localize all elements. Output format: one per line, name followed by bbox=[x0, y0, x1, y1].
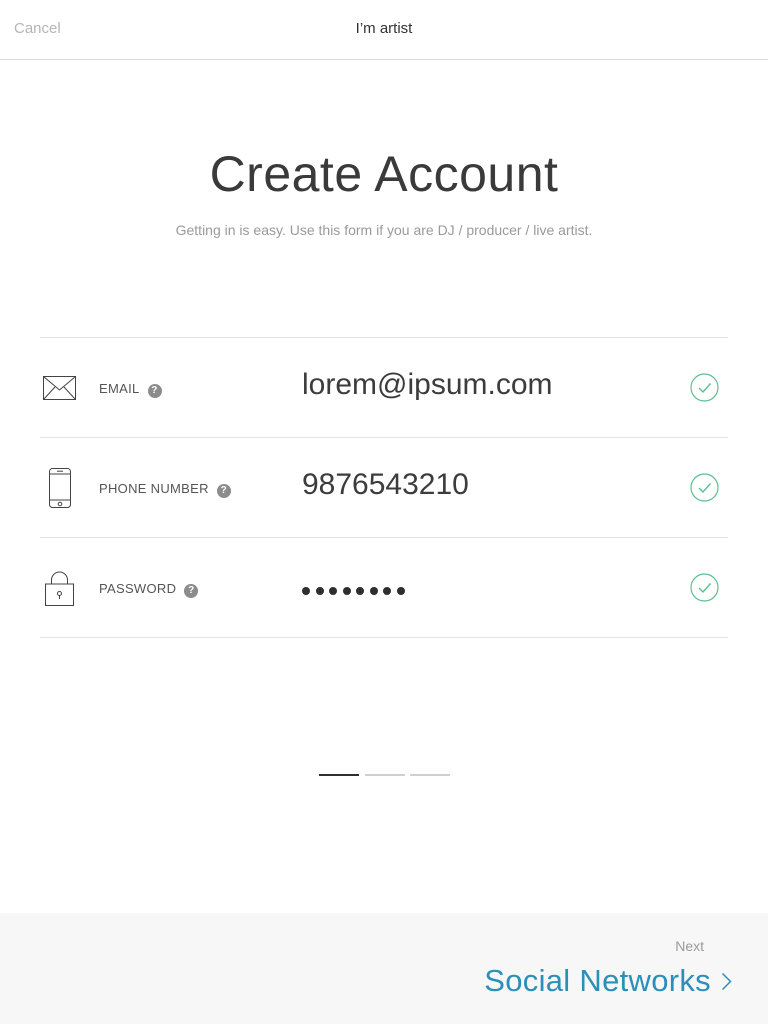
phone-help-icon[interactable]: ? bbox=[216, 484, 231, 498]
email-valid-check-icon bbox=[690, 373, 719, 402]
password-row: PASSWORD? bbox=[40, 538, 728, 638]
page-indicator-step-1[interactable] bbox=[319, 774, 359, 776]
phone-valid-check-icon bbox=[690, 473, 719, 502]
nav-title: I’m artist bbox=[355, 20, 413, 37]
page-subtitle: Getting in is easy. Use this form if you… bbox=[175, 222, 593, 238]
password-mask-dot bbox=[329, 587, 337, 595]
next-label: Next bbox=[675, 938, 704, 954]
email-help-icon[interactable]: ? bbox=[147, 384, 162, 398]
password-mask-dot bbox=[315, 587, 324, 595]
password-mask-dot bbox=[342, 587, 351, 595]
password-mask-dot bbox=[383, 587, 391, 595]
phone-row: PHONE NUMBER? bbox=[40, 438, 728, 538]
page-indicator bbox=[319, 774, 450, 777]
phone-field[interactable] bbox=[302, 468, 662, 502]
next-social-networks-button[interactable]: Social Networks bbox=[484, 963, 732, 1003]
password-help-icon[interactable]: ? bbox=[184, 584, 199, 598]
footer-bar: Next Social Networks bbox=[0, 913, 768, 1024]
password-label: PASSWORD? bbox=[99, 581, 199, 598]
password-valid-check-icon bbox=[690, 573, 719, 602]
password-mask-dot bbox=[369, 587, 378, 595]
page-title: Create Account bbox=[209, 146, 559, 202]
lock-icon bbox=[40, 538, 80, 637]
chevron-right-icon bbox=[721, 972, 732, 990]
next-target-label: Social Networks bbox=[484, 963, 711, 998]
email-label-text: EMAIL bbox=[99, 381, 140, 396]
envelope-icon bbox=[40, 338, 80, 437]
email-label: EMAIL? bbox=[99, 381, 162, 398]
navigation-bar: Cancel I’m artist bbox=[0, 0, 768, 60]
page-indicator-step-3[interactable] bbox=[410, 774, 450, 776]
password-field[interactable] bbox=[302, 582, 410, 595]
phone-label: PHONE NUMBER? bbox=[99, 481, 231, 498]
password-mask-dot bbox=[302, 587, 310, 595]
email-row: EMAIL? bbox=[40, 338, 728, 438]
password-label-text: PASSWORD bbox=[99, 581, 177, 596]
nav-title-container: I’m artist bbox=[0, 20, 768, 37]
page-indicator-step-2[interactable] bbox=[364, 774, 405, 776]
email-field[interactable] bbox=[302, 368, 662, 402]
password-mask-dot bbox=[396, 587, 405, 595]
phone-icon bbox=[40, 438, 80, 537]
account-form: EMAIL? PHONE NUMBER? bbox=[40, 337, 728, 638]
phone-label-text: PHONE NUMBER bbox=[99, 481, 209, 496]
cancel-button[interactable]: Cancel bbox=[14, 20, 61, 37]
password-mask-dot bbox=[356, 587, 364, 595]
